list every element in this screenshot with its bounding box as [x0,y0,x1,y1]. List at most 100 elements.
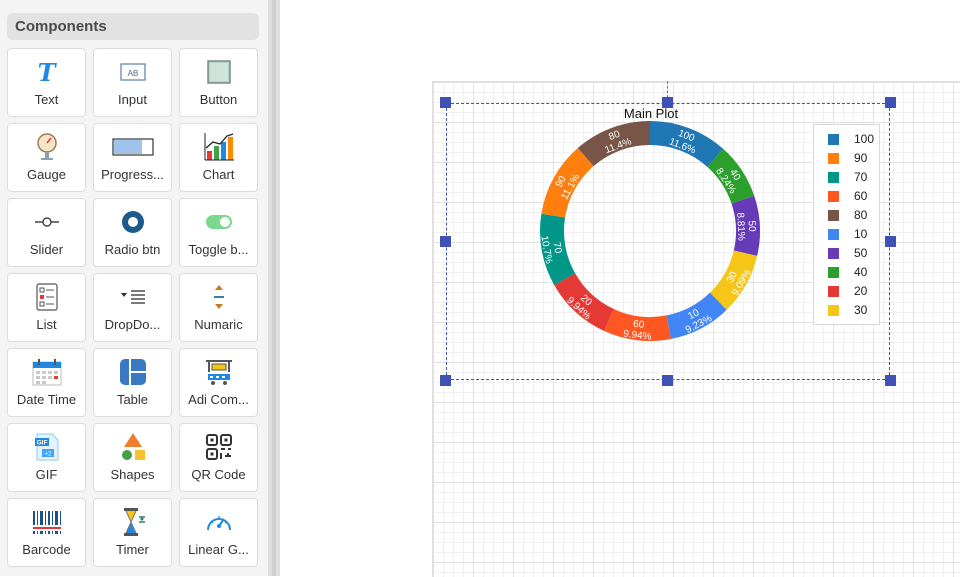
component-tile-numeric[interactable]: Numaric [179,273,258,342]
component-label: Input [118,92,147,107]
qr-code-icon [204,432,234,462]
component-label: Chart [202,167,235,182]
slice-percent-label: 9.94% [623,329,653,343]
svg-text:GIF: GIF [36,440,47,447]
component-tile-chart[interactable]: Chart [179,123,258,192]
legend-swatch [828,286,839,297]
table-icon [118,357,148,387]
legend-swatch [828,134,839,145]
component-label: Shapes [110,467,155,482]
component-tile-slider[interactable]: Slider [7,198,86,267]
component-label: GIF [35,467,58,482]
legend-swatch [828,153,839,164]
slice-value-label: 50 [746,220,758,232]
component-tile-input[interactable]: AB Input [93,48,172,117]
legend-label: 80 [854,208,868,222]
component-tile-toggle[interactable]: Toggle b... [179,198,258,267]
resize-handle-bottom-right[interactable] [885,375,896,386]
legend-label: 100 [854,132,875,146]
chart-legend: 100 90 70 60 80 10 50 40 20 30 [813,124,880,325]
resize-handle-top-right[interactable] [885,97,896,108]
component-label: Numaric [194,317,243,332]
component-label: Linear G... [188,542,249,557]
resize-handle-middle-right[interactable] [885,236,896,247]
legend-label: 20 [854,284,868,298]
component-tile-linear-gauge[interactable]: Linear G... [179,498,258,567]
component-tile-additional-component[interactable]: Adi Com... [179,348,258,417]
component-label: QR Code [191,467,246,482]
svg-text:AB: AB [127,69,138,78]
resize-handle-top-left[interactable] [440,97,451,108]
resize-handle-bottom-left[interactable] [440,375,451,386]
toggle-icon [204,207,234,237]
component-label: Text [34,92,59,107]
button-icon [204,57,234,87]
legend-swatch [828,248,839,259]
gauge-icon [32,132,62,162]
components-panel-title: Components [7,13,259,40]
input-icon: AB [118,57,148,87]
component-tile-list[interactable]: List [7,273,86,342]
text-icon: T [37,57,56,87]
component-label: Slider [29,242,64,257]
component-label: Toggle b... [188,242,249,257]
list-icon [32,282,62,312]
component-tile-qr-code[interactable]: QR Code [179,423,258,492]
radio-icon [118,207,148,237]
component-tile-shapes[interactable]: Shapes [93,423,172,492]
legend-label: 30 [854,303,868,317]
component-label: Table [116,392,149,407]
component-label: Date Time [16,392,77,407]
legend-swatch [828,267,839,278]
legend-label: 40 [854,265,868,279]
barcode-icon [32,507,62,537]
component-label: Adi Com... [188,392,249,407]
component-tile-barcode[interactable]: Barcode [7,498,86,567]
panel-splitter-handle[interactable] [272,0,276,576]
slider-icon [32,207,62,237]
component-tile-text[interactable]: T Text [7,48,86,117]
component-tile-progress[interactable]: Progress... [93,123,172,192]
components-panel: Components T Text AB Input Button Gauge [0,0,268,576]
component-label: Timer [116,542,149,557]
legend-swatch [828,305,839,316]
rotate-handle-line[interactable] [667,81,668,98]
legend-label: 60 [854,189,868,203]
dropdown-icon [118,282,148,312]
legend-label: 70 [854,170,868,184]
gif-icon: GIF +2 [32,432,62,462]
component-label: Radio btn [104,242,161,257]
calendar-icon [32,357,62,387]
component-tile-radio[interactable]: Radio btn [93,198,172,267]
resize-handle-bottom-center[interactable] [662,375,673,386]
shapes-icon [118,432,148,462]
components-grid: T Text AB Input Button Gauge Progress...… [7,48,259,567]
legend-label: 50 [854,246,868,260]
legend-label: 90 [854,151,868,165]
progress-icon [111,132,154,162]
legend-swatch [828,210,839,221]
numeric-icon [204,282,234,312]
donut-chart[interactable]: 10011.6%408.24%508.81%309.09%109.23%609.… [530,110,770,350]
component-label: List [36,317,57,332]
component-label: Gauge [26,167,67,182]
legend-swatch [828,229,839,240]
resize-handle-middle-left[interactable] [440,236,451,247]
component-tile-gauge[interactable]: Gauge [7,123,86,192]
component-tile-gif[interactable]: GIF +2 GIF [7,423,86,492]
component-icon [204,357,234,387]
component-tile-dropdown[interactable]: DropDo... [93,273,172,342]
component-tile-table[interactable]: Table [93,348,172,417]
legend-label: 10 [854,227,868,241]
linear-gauge-icon [204,507,234,537]
component-tile-timer[interactable]: Timer [93,498,172,567]
component-label: Progress... [101,167,164,182]
chart-icon [204,132,234,162]
legend-swatch [828,172,839,183]
component-label: DropDo... [104,317,161,332]
svg-text:+2: +2 [44,452,52,458]
component-label: Button [199,92,238,107]
component-tile-datetime[interactable]: Date Time [7,348,86,417]
legend-swatch [828,191,839,202]
component-tile-button[interactable]: Button [179,48,258,117]
